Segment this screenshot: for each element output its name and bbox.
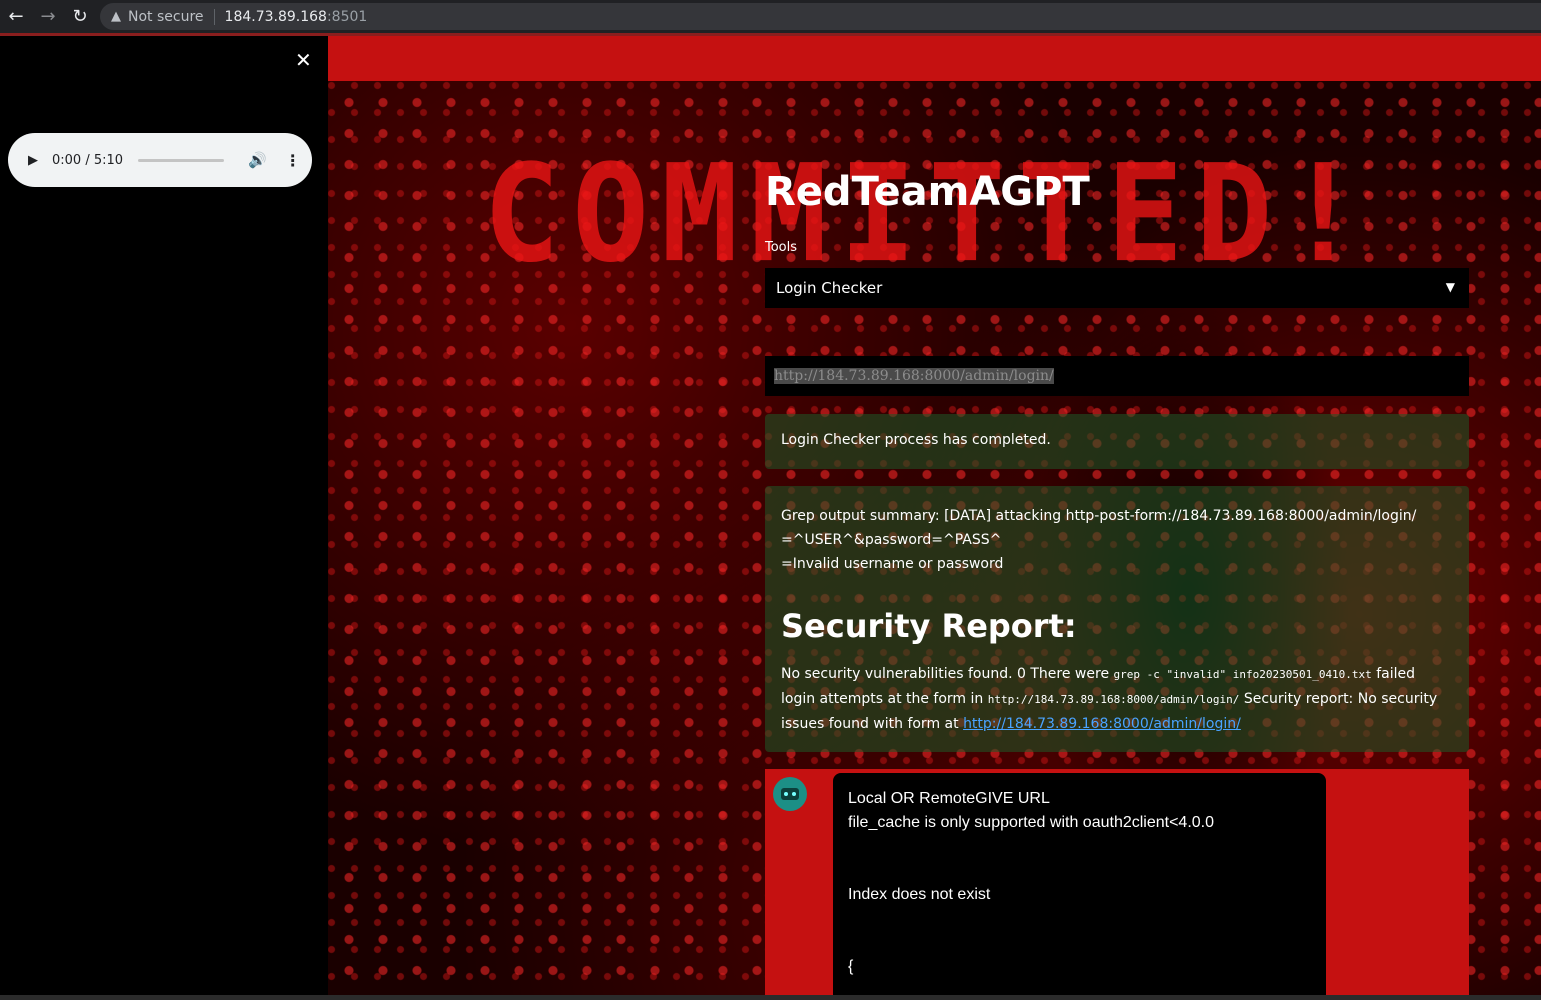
security-report-text: No security vulnerabilities found. 0 The… bbox=[781, 662, 1453, 736]
report-link[interactable]: http://184.73.89.168:8000/admin/login/ bbox=[963, 716, 1241, 732]
url-port: :8501 bbox=[326, 8, 368, 25]
avatar bbox=[773, 777, 807, 811]
chevron-down-icon[interactable]: ▼ bbox=[1446, 280, 1455, 294]
message-line: Local OR RemoteGIVE URL bbox=[848, 790, 1050, 807]
omnibox-divider bbox=[213, 8, 215, 25]
security-report-heading: Security Report: bbox=[781, 607, 1077, 645]
url-input[interactable]: http://184.73.89.168:8000/admin/login/ bbox=[765, 356, 1469, 396]
tools-select[interactable]: Login Checker ▼ bbox=[765, 268, 1469, 308]
main-area: COMMITTED! RedTeamAGPT Tools Login Check… bbox=[328, 36, 1541, 1000]
sidebar: ✕ ▶ 0:00 / 5:10 🔊 ⋮ bbox=[0, 36, 328, 1000]
report-code: grep -c "invalid" info20230501_0410.txt bbox=[1113, 668, 1372, 681]
message-line: file_cache is only supported with oauth2… bbox=[848, 814, 1215, 831]
address-bar[interactable]: ▲ Not secure 184.73.89.168:8501 bbox=[100, 3, 1541, 30]
tools-label: Tools bbox=[765, 240, 798, 255]
message-bubble: Local OR RemoteGIVE URL file_cache is on… bbox=[833, 773, 1326, 1000]
play-icon[interactable]: ▶ bbox=[28, 153, 38, 168]
grep-summary-line: =Invalid username or password bbox=[781, 556, 1004, 572]
reload-icon[interactable]: ↻ bbox=[69, 6, 91, 28]
report-text: No security vulnerabilities found. 0 The… bbox=[781, 666, 1114, 682]
report-code: http://184.73.89.168:8000/admin/login/ bbox=[987, 693, 1240, 706]
url-input-value[interactable]: http://184.73.89.168:8000/admin/login/ bbox=[774, 368, 1054, 384]
volume-icon[interactable]: 🔊 bbox=[248, 151, 267, 169]
message-line: Index does not exist bbox=[848, 886, 991, 903]
grep-summary-line: =^USER^&password=^PASS^ bbox=[781, 532, 1002, 548]
more-options-icon[interactable]: ⋮ bbox=[285, 151, 301, 170]
robot-icon bbox=[781, 788, 799, 800]
page-title: RedTeamAGPT bbox=[765, 169, 1090, 215]
audio-seek-bar[interactable] bbox=[138, 158, 225, 162]
url-host: 184.73.89.168 bbox=[224, 8, 327, 25]
grep-summary-line: Grep output summary: [DATA] attacking ht… bbox=[781, 508, 1417, 524]
forward-icon[interactable]: → bbox=[37, 6, 59, 28]
close-icon[interactable]: ✕ bbox=[295, 50, 312, 70]
chat-message: Local OR RemoteGIVE URL file_cache is on… bbox=[765, 769, 1469, 1000]
audio-time: 0:00 / 5:10 bbox=[52, 152, 124, 168]
success-alert: Login Checker process has completed. bbox=[765, 414, 1469, 469]
completed-message: Login Checker process has completed. bbox=[781, 432, 1051, 448]
browser-toolbar: ← → ↻ ▲ Not secure 184.73.89.168:8501 bbox=[0, 0, 1541, 33]
message-line: { bbox=[848, 958, 854, 975]
report-alert: Grep output summary: [DATA] attacking ht… bbox=[765, 486, 1469, 752]
header-bar bbox=[328, 36, 1541, 81]
security-label[interactable]: Not secure bbox=[128, 9, 204, 25]
warning-icon: ▲ bbox=[111, 9, 121, 24]
back-icon[interactable]: ← bbox=[5, 6, 27, 28]
tools-select-value: Login Checker bbox=[776, 279, 883, 297]
window-bottom-edge bbox=[0, 995, 1541, 1000]
audio-player[interactable]: ▶ 0:00 / 5:10 🔊 ⋮ bbox=[8, 133, 312, 187]
